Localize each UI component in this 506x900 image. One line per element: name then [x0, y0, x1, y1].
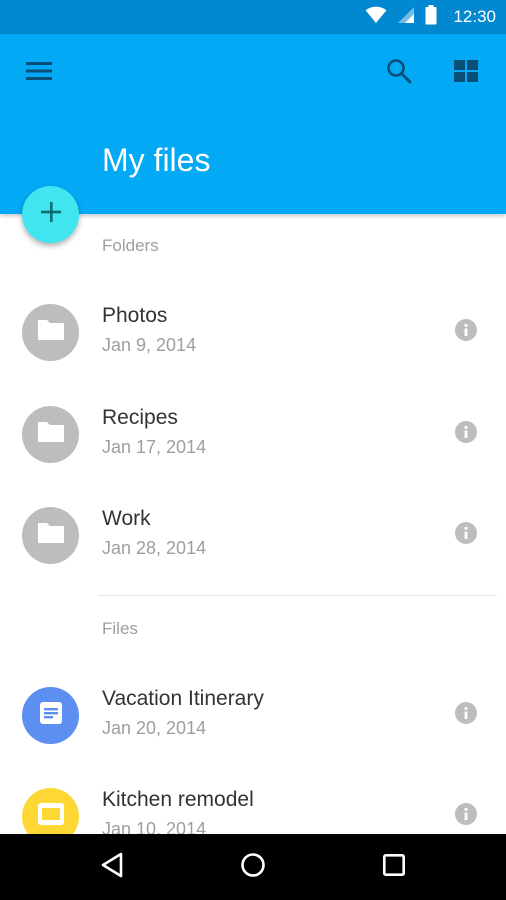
- files-header: Files: [102, 619, 138, 638]
- slides-icon: [37, 802, 65, 831]
- battery-icon: [425, 4, 437, 30]
- cell-signal-icon: [397, 6, 415, 29]
- folder-avatar: [22, 507, 79, 564]
- slides-avatar: [22, 788, 79, 834]
- home-button[interactable]: [229, 843, 277, 891]
- folder-avatar: [22, 406, 79, 463]
- folder-icon: [36, 420, 66, 449]
- folder-item-recipes[interactable]: Recipes Jan 17, 2014: [0, 406, 506, 502]
- item-name: Recipes: [102, 406, 178, 429]
- item-name: Work: [102, 507, 151, 530]
- grid-view-button[interactable]: [442, 49, 490, 97]
- item-date: Jan 28, 2014: [102, 538, 207, 558]
- navigation-bar: [0, 834, 506, 900]
- file-list[interactable]: Folders Photos Jan 9, 2014 Recipes Jan 1…: [0, 214, 506, 834]
- file-item-vacation-itinerary[interactable]: Vacation Itinerary Jan 20, 2014: [0, 687, 506, 783]
- back-icon: [100, 852, 124, 883]
- app-toolbar: My files: [0, 34, 506, 214]
- page-title: My files: [102, 142, 211, 178]
- info-icon: [455, 318, 477, 346]
- document-avatar: [22, 687, 79, 744]
- info-button[interactable]: [448, 416, 484, 452]
- menu-icon: [26, 61, 52, 85]
- folder-icon: [36, 318, 66, 347]
- status-time: 12:30: [453, 7, 496, 26]
- item-date: Jan 20, 2014: [102, 718, 207, 738]
- item-date: Jan 17, 2014: [102, 437, 207, 457]
- folder-avatar: [22, 304, 79, 361]
- folder-item-photos[interactable]: Photos Jan 9, 2014: [0, 304, 506, 400]
- grid-view-icon: [454, 59, 478, 87]
- folders-header: Folders: [102, 236, 159, 255]
- status-icons: 12:30: [365, 0, 496, 34]
- item-name: Kitchen remodel: [102, 788, 254, 811]
- back-button[interactable]: [88, 843, 136, 891]
- item-name: Vacation Itinerary: [102, 687, 264, 710]
- recents-button[interactable]: [370, 843, 418, 891]
- home-icon: [240, 852, 266, 883]
- search-icon: [386, 58, 412, 89]
- folder-item-work[interactable]: Work Jan 28, 2014: [0, 507, 506, 603]
- info-icon: [455, 521, 477, 549]
- info-button[interactable]: [448, 314, 484, 350]
- info-button[interactable]: [448, 798, 484, 834]
- search-button[interactable]: [375, 49, 423, 97]
- file-item-kitchen-remodel[interactable]: Kitchen remodel Jan 10, 2014: [0, 788, 506, 834]
- info-icon: [455, 802, 477, 830]
- add-button[interactable]: [22, 186, 79, 243]
- menu-button[interactable]: [15, 49, 63, 97]
- item-date: Jan 10, 2014: [102, 819, 207, 834]
- info-icon: [455, 420, 477, 448]
- status-bar: 12:30: [0, 0, 506, 34]
- add-icon: [40, 202, 61, 227]
- section-divider: [98, 595, 497, 596]
- item-name: Photos: [102, 304, 168, 327]
- document-icon: [39, 701, 63, 730]
- recents-icon: [382, 853, 406, 882]
- item-date: Jan 9, 2014: [102, 335, 197, 355]
- folder-icon: [36, 521, 66, 550]
- info-button[interactable]: [448, 517, 484, 553]
- wifi-icon: [365, 6, 387, 29]
- info-icon: [455, 701, 477, 729]
- info-button[interactable]: [448, 697, 484, 733]
